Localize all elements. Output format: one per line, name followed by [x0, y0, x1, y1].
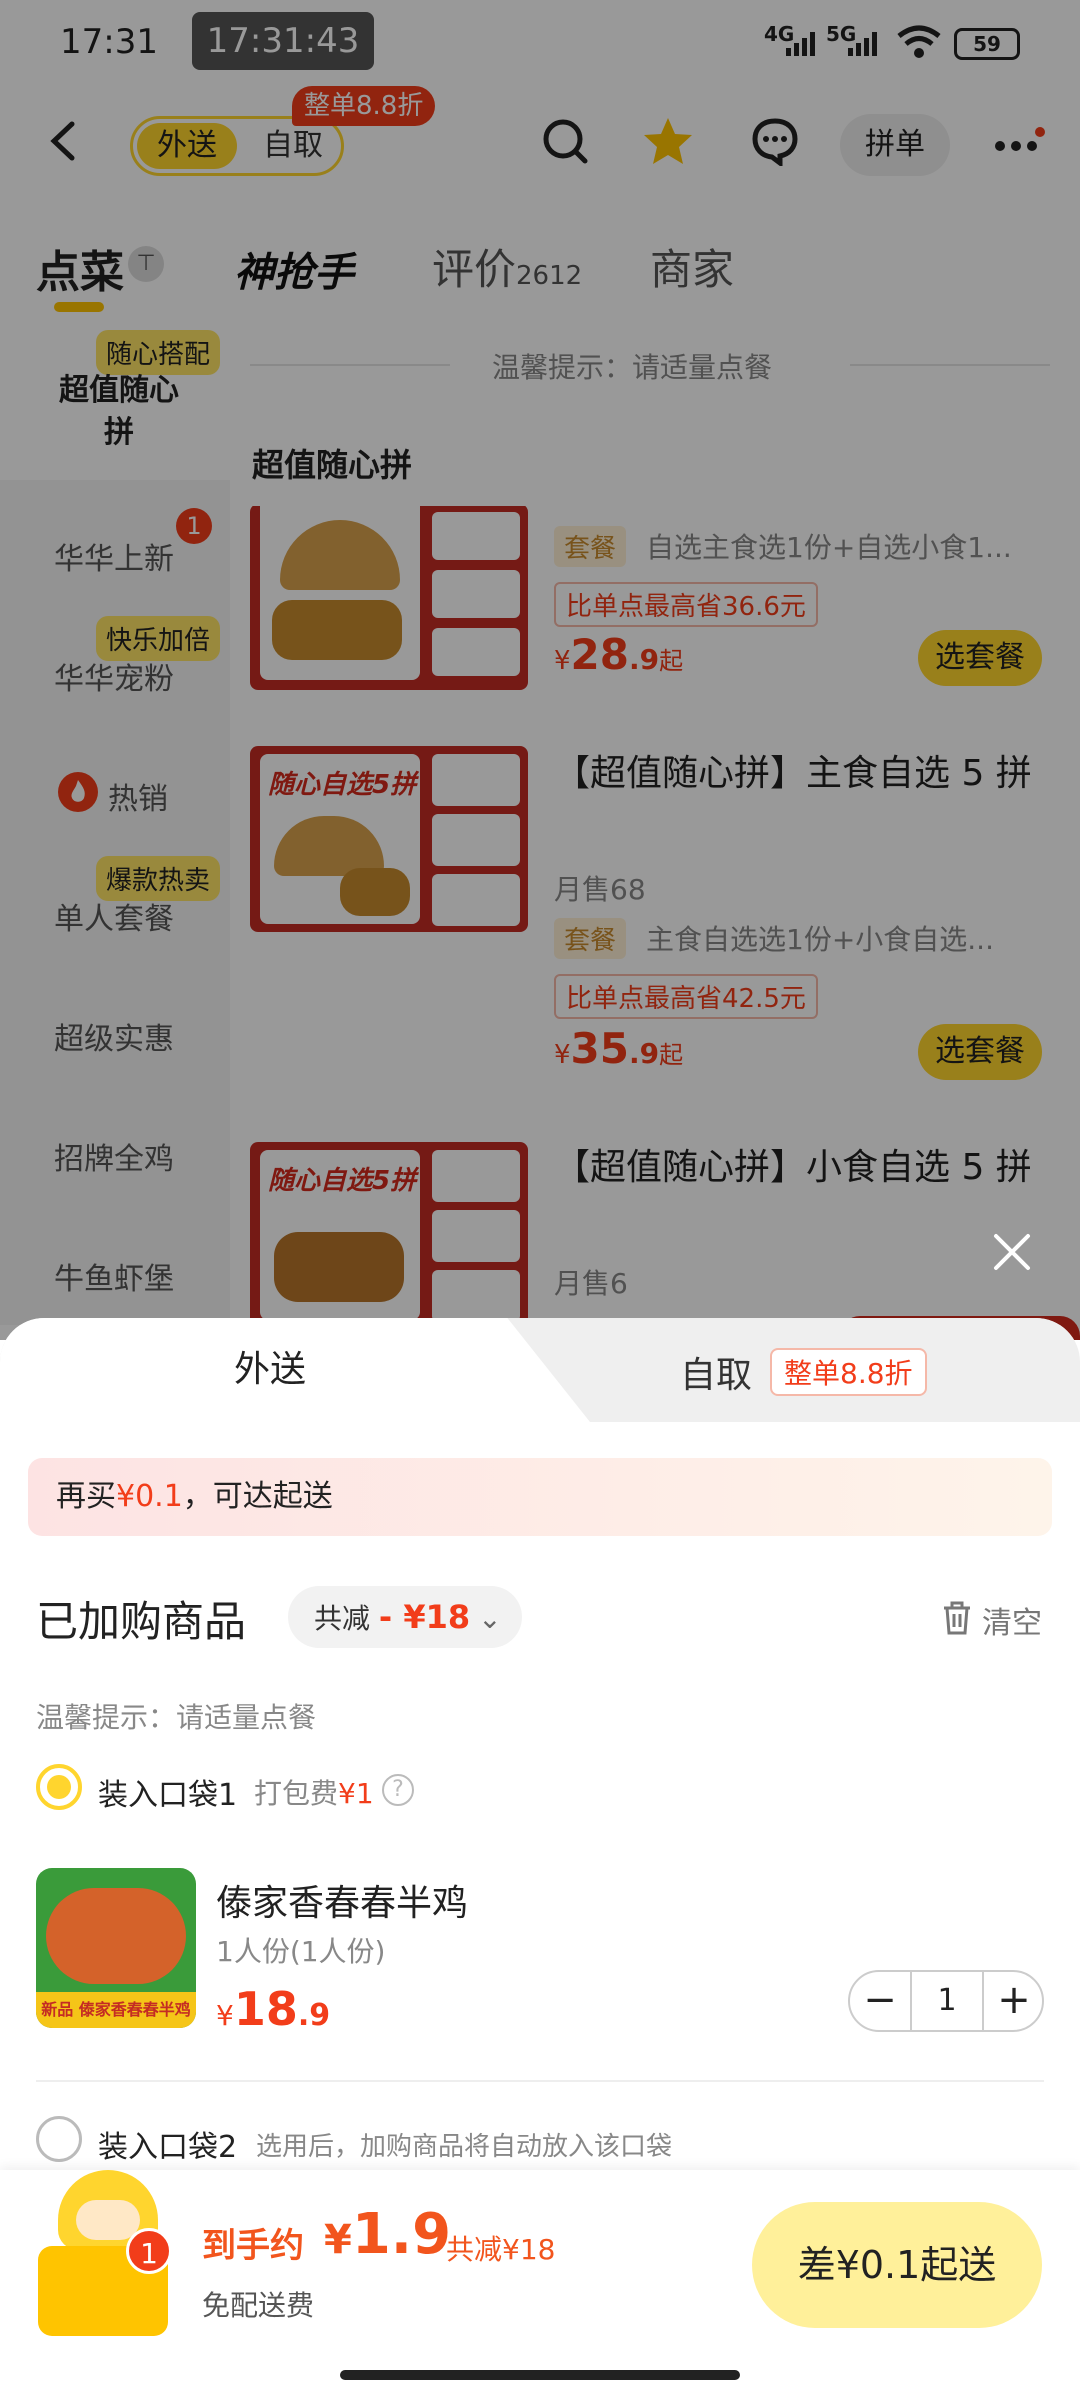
item-image-caption: 新品 傣家香春春半鸡: [36, 1992, 196, 2028]
increase-button[interactable]: +: [984, 1972, 1044, 2030]
cart-item-name: 傣家香春春半鸡: [216, 1883, 469, 1924]
chevron-down-icon: ⌄: [478, 1602, 502, 1635]
home-indicator[interactable]: [340, 2370, 740, 2380]
discount-summary[interactable]: 共减 - ¥18 ⌄: [288, 1586, 522, 1648]
item-price-dec: .9: [297, 1998, 331, 2033]
divider: [36, 2080, 1044, 2082]
cart-item-price: ¥18.9: [216, 1982, 330, 2036]
pay-amount: ¥1.9: [324, 2202, 451, 2267]
bag1-label[interactable]: 装入口袋1: [98, 1770, 237, 1814]
notice-prefix: 再买: [56, 1479, 116, 1514]
currency: ¥: [216, 1999, 234, 2032]
sheet-pickup-badge: 整单8.8折: [770, 1348, 927, 1396]
clear-cart-button[interactable]: 清空: [982, 1598, 1042, 1642]
pay-value: 1.9: [351, 2202, 452, 2267]
bag2-radio[interactable]: [36, 2116, 82, 2162]
notice-amount: ¥0.1: [116, 1479, 183, 1514]
help-icon[interactable]: ?: [382, 1774, 414, 1806]
total-discount: 共减¥18: [446, 2233, 556, 2266]
bag1-radio[interactable]: [36, 1764, 82, 1810]
notice-suffix: ，可达起送: [182, 1479, 333, 1514]
trash-icon[interactable]: [940, 1600, 974, 1640]
pack-fee: 打包费¥1: [254, 1772, 374, 1812]
sheet-tab-delivery[interactable]: 外送: [0, 1318, 540, 1422]
cart-item-image[interactable]: 新品 傣家香春春半鸡: [36, 1868, 196, 2028]
discount-label: 共减: [314, 1602, 371, 1635]
sheet-tip: 温馨提示：请适量点餐: [36, 1701, 317, 1734]
close-icon[interactable]: [990, 1230, 1034, 1278]
cart-count-badge: 1: [126, 2228, 172, 2274]
quantity-value[interactable]: 1: [912, 1972, 982, 2030]
min-order-button[interactable]: 差¥0.1起送: [752, 2202, 1042, 2328]
item-price-int: 18: [233, 1982, 298, 2036]
free-delivery: 免配送费: [202, 2289, 315, 2322]
bag2-hint: 选用后，加购商品将自动放入该口袋: [256, 2132, 673, 2162]
discount-value: - ¥18: [378, 1598, 471, 1636]
pay-label: 到手约: [202, 2226, 304, 2266]
roast-chicken-icon: [46, 1888, 186, 1984]
cart-title: 已加购商品: [36, 1597, 247, 1646]
pay-currency: ¥: [324, 2217, 352, 2263]
pack-fee-value: ¥1: [338, 1777, 374, 1810]
checkout-bar: 1 到手约 ¥1.9 共减¥18 免配送费 差¥0.1起送: [0, 2170, 1080, 2400]
decrease-button[interactable]: −: [850, 1972, 910, 2030]
quantity-stepper: − 1 +: [848, 1970, 1044, 2032]
cart-item-spec: 1人份(1人份): [216, 1935, 386, 1968]
pack-fee-label: 打包费: [254, 1777, 339, 1810]
sheet-tab-pickup[interactable]: 自取: [680, 1346, 752, 1398]
bag2-label[interactable]: 装入口袋2: [98, 2122, 237, 2166]
min-order-notice: 再买¥0.1，可达起送: [28, 1458, 1052, 1536]
dim-overlay[interactable]: [0, 0, 1080, 1340]
